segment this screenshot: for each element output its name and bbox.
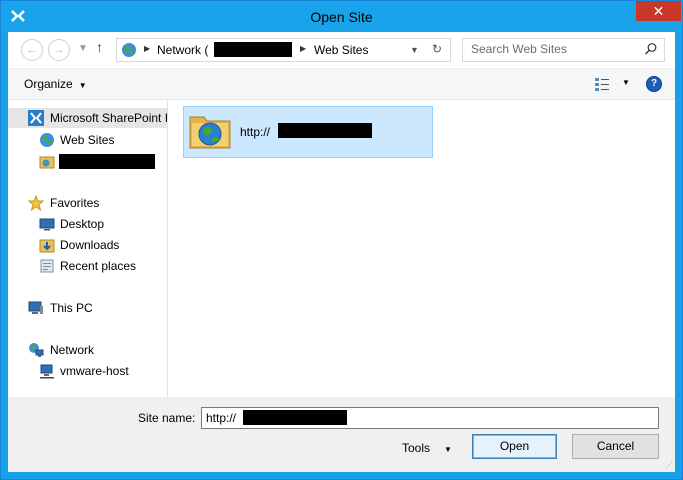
resize-grip-icon[interactable]: ⋰ xyxy=(665,461,673,470)
refresh-icon[interactable]: ↻ xyxy=(432,42,442,56)
sidebar-item-label: This PC xyxy=(50,301,93,315)
search-icon[interactable] xyxy=(644,42,658,56)
tools-label: Tools xyxy=(402,441,431,455)
breadcrumb-network[interactable]: Network ( xyxy=(157,43,208,57)
breadcrumb-separator-icon: ▶ xyxy=(300,44,307,53)
window-title: Open Site xyxy=(310,9,373,25)
site-name-label: Site name: xyxy=(138,411,196,425)
back-arrow-icon[interactable]: ← xyxy=(21,39,43,61)
globe-icon xyxy=(122,43,136,57)
close-button[interactable]: ✕ xyxy=(636,1,681,21)
web-folder-label: http:// xyxy=(240,125,271,139)
site-name-value: http:// xyxy=(206,411,237,425)
sidebar-item-vmware-host[interactable]: vmware-host xyxy=(8,361,167,381)
sidebar-item-network[interactable]: Network xyxy=(8,340,167,360)
recent-locations-chevron-icon[interactable]: ▼ xyxy=(78,43,88,54)
sidebar-item-label: Recent places xyxy=(60,259,137,273)
redacted-text xyxy=(214,42,292,57)
breadcrumb-web-sites[interactable]: Web Sites xyxy=(314,43,368,57)
open-button[interactable]: Open xyxy=(472,434,557,459)
web-folder-icon xyxy=(189,116,231,149)
recent-places-icon xyxy=(40,259,54,273)
forward-arrow-icon[interactable]: → xyxy=(48,39,70,61)
sidebar-item-label: Favorites xyxy=(50,196,100,210)
sidebar-item-label: vmware-host xyxy=(60,364,129,378)
file-list: http:// xyxy=(168,100,675,397)
sidebar-item-favorites[interactable]: Favorites xyxy=(8,193,167,213)
site-name-field[interactable]: http:// xyxy=(201,407,659,429)
sidebar-item-web-sites[interactable]: Web Sites xyxy=(8,130,167,150)
sidebar-item-redacted-site[interactable] xyxy=(8,152,167,172)
dialog-footer: Site name: http:// Tools ▼ Open Cancel ⋰ xyxy=(8,397,675,472)
sidebar-item-this-pc[interactable]: This PC xyxy=(8,298,167,318)
change-view-icon[interactable] xyxy=(594,77,610,91)
redacted-text xyxy=(278,123,372,138)
network-host-icon xyxy=(40,364,54,379)
view-options-dropdown-icon[interactable]: ▼ xyxy=(622,78,630,87)
organize-button[interactable]: Organize ▼ xyxy=(24,77,87,91)
computer-icon xyxy=(28,301,43,314)
address-dropdown-icon[interactable]: ▼ xyxy=(410,45,419,55)
dialog-client: ← → ▼ ↑ ▶ Network ( ▶ Web Sites ▼ ↻ Sear… xyxy=(8,32,675,472)
sidebar-item-sharepoint[interactable]: Microsoft SharePoint I xyxy=(8,108,167,128)
star-icon xyxy=(28,195,44,211)
sidebar-item-label: Desktop xyxy=(60,217,105,231)
sidebar-item-downloads[interactable]: Downloads xyxy=(8,235,167,255)
downloads-folder-icon xyxy=(39,239,55,253)
help-icon[interactable]: ? xyxy=(646,76,662,92)
globe-icon xyxy=(40,133,54,147)
site-folder-icon xyxy=(39,156,55,169)
cancel-button[interactable]: Cancel xyxy=(572,434,659,459)
navigation-bar: ← → ▼ ↑ ▶ Network ( ▶ Web Sites ▼ ↻ xyxy=(8,32,675,68)
web-folder-item[interactable]: http:// xyxy=(183,106,433,158)
network-icon xyxy=(29,343,44,357)
redacted-text xyxy=(243,410,347,425)
sidebar-item-desktop[interactable]: Desktop xyxy=(8,214,167,234)
command-toolbar: Organize ▼ ▼ ? xyxy=(8,69,675,100)
sidebar-item-recent-places[interactable]: Recent places xyxy=(8,256,167,276)
navigation-pane: Microsoft SharePoint I Web Sites Favorit… xyxy=(8,100,168,397)
sidebar-item-label: Microsoft SharePoint I xyxy=(50,111,168,125)
open-site-dialog: Open Site ✕ ← → ▼ ↑ ▶ Network ( ▶ Web Si… xyxy=(0,0,683,480)
tools-button[interactable]: Tools ▼ xyxy=(402,441,452,455)
address-bar[interactable]: ▶ Network ( ▶ Web Sites ▼ ↻ xyxy=(116,38,451,62)
dropdown-arrow-icon: ▼ xyxy=(444,445,452,454)
organize-label: Organize xyxy=(24,77,73,91)
desktop-icon xyxy=(39,218,55,231)
title-bar[interactable]: Open Site ✕ xyxy=(1,1,682,32)
search-input[interactable] xyxy=(463,39,641,59)
redacted-text xyxy=(59,154,155,169)
dropdown-arrow-icon: ▼ xyxy=(78,81,87,90)
sidebar-item-label: Downloads xyxy=(60,238,120,252)
sidebar-item-label: Web Sites xyxy=(60,133,115,147)
sharepoint-icon xyxy=(28,110,44,126)
up-arrow-icon[interactable]: ↑ xyxy=(96,39,103,55)
breadcrumb-separator-icon: ▶ xyxy=(144,44,151,53)
sidebar-item-label: Network xyxy=(50,343,95,357)
search-box[interactable] xyxy=(462,38,665,62)
